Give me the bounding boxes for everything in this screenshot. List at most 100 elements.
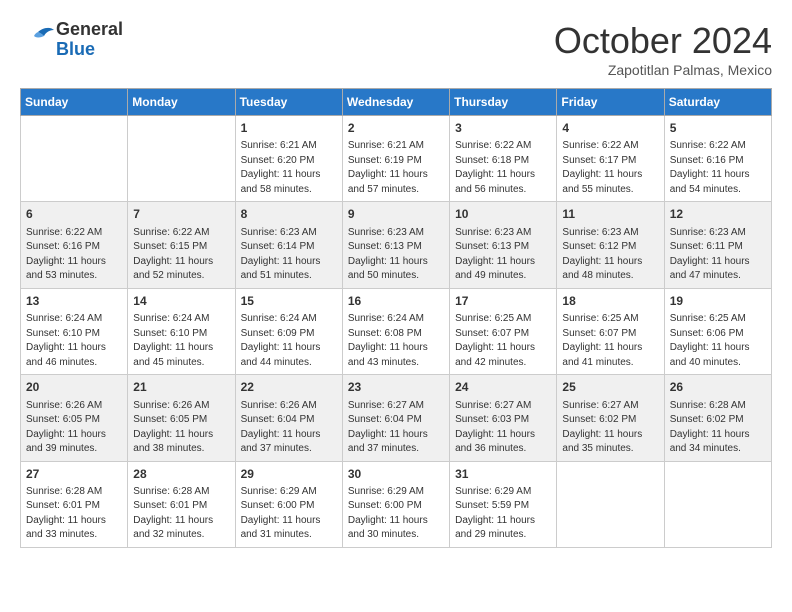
calendar-cell: 13 Sunrise: 6:24 AM Sunset: 6:10 PM Dayli… [21, 288, 128, 374]
weekday-header: Sunday [21, 89, 128, 116]
day-number: 21 [133, 379, 229, 396]
day-number: 22 [241, 379, 337, 396]
calendar-cell: 3Sunrise: 6:22 AM Sunset: 6:18 PM Daylig… [450, 116, 557, 202]
day-info: Sunrise: 6:25 AM Sunset: 6:07 PM Dayligh… [562, 312, 658, 370]
day-number: 9 [348, 206, 444, 223]
day-info: Sunrise: 6:23 AM Sunset: 6:11 PM Dayligh… [670, 226, 766, 284]
day-info: Sunrise: 6:24 AM Sunset: 6:08 PM Dayligh… [348, 312, 444, 370]
calendar-cell: 7Sunrise: 6:22 AM Sunset: 6:15 PM Daylig… [128, 202, 235, 288]
day-number: 8 [241, 206, 337, 223]
calendar-cell: 4Sunrise: 6:22 AM Sunset: 6:17 PM Daylig… [557, 116, 664, 202]
calendar-cell: 31 Sunrise: 6:29 AM Sunset: 5:59 PM Dayli… [450, 461, 557, 547]
calendar-cell: 11 Sunrise: 6:23 AM Sunset: 6:12 PM Dayli… [557, 202, 664, 288]
logo: General Blue [20, 20, 123, 60]
day-info: Sunrise: 6:23 AM Sunset: 6:14 PM Dayligh… [241, 226, 337, 284]
day-number: 28 [133, 466, 229, 483]
day-number: 1 [241, 120, 337, 137]
day-number: 6 [26, 206, 122, 223]
calendar-cell: 8 Sunrise: 6:23 AM Sunset: 6:14 PM Daylig… [235, 202, 342, 288]
calendar-cell: 30 Sunrise: 6:29 AM Sunset: 6:00 PM Dayli… [342, 461, 449, 547]
logo-wrapper: General Blue [20, 20, 123, 60]
day-number: 16 [348, 293, 444, 310]
weekday-header: Friday [557, 89, 664, 116]
day-number: 18 [562, 293, 658, 310]
day-number: 2 [348, 120, 444, 137]
day-number: 11 [562, 206, 658, 223]
day-number: 24 [455, 379, 551, 396]
calendar-week-row: 1 Sunrise: 6:21 AM Sunset: 6:20 PM Daylig… [21, 116, 772, 202]
day-info: Sunrise: 6:27 AM Sunset: 6:03 PM Dayligh… [455, 399, 551, 457]
calendar-cell [664, 461, 771, 547]
calendar-cell: 24 Sunrise: 6:27 AM Sunset: 6:03 PM Dayli… [450, 375, 557, 461]
calendar-cell: 27Sunrise: 6:28 AM Sunset: 6:01 PM Dayli… [21, 461, 128, 547]
calendar-cell: 18 Sunrise: 6:25 AM Sunset: 6:07 PM Dayli… [557, 288, 664, 374]
day-info: Sunrise: 6:25 AM Sunset: 6:06 PM Dayligh… [670, 312, 766, 370]
calendar-cell: 1 Sunrise: 6:21 AM Sunset: 6:20 PM Daylig… [235, 116, 342, 202]
day-info: Sunrise: 6:29 AM Sunset: 5:59 PM Dayligh… [455, 485, 551, 543]
calendar-cell: 21 Sunrise: 6:26 AM Sunset: 6:05 PM Dayli… [128, 375, 235, 461]
day-number: 23 [348, 379, 444, 396]
day-info: Sunrise: 6:21 AM Sunset: 6:20 PM Dayligh… [241, 139, 337, 197]
day-info: Sunrise: 6:29 AM Sunset: 6:00 PM Dayligh… [241, 485, 337, 543]
day-number: 31 [455, 466, 551, 483]
day-number: 29 [241, 466, 337, 483]
calendar-week-row: 6 Sunrise: 6:22 AM Sunset: 6:16 PM Daylig… [21, 202, 772, 288]
logo-bird-icon [20, 24, 56, 56]
calendar-header-row: SundayMondayTuesdayWednesdayThursdayFrid… [21, 89, 772, 116]
page-header: General Blue October 2024 Zapotitlan Pal… [20, 20, 772, 78]
calendar-week-row: 13 Sunrise: 6:24 AM Sunset: 6:10 PM Dayli… [21, 288, 772, 374]
day-info: Sunrise: 6:24 AM Sunset: 6:10 PM Dayligh… [26, 312, 122, 370]
day-info: Sunrise: 6:28 AM Sunset: 6:01 PM Dayligh… [26, 485, 122, 543]
calendar-cell: 19 Sunrise: 6:25 AM Sunset: 6:06 PM Dayli… [664, 288, 771, 374]
day-info: Sunrise: 6:29 AM Sunset: 6:00 PM Dayligh… [348, 485, 444, 543]
day-info: Sunrise: 6:27 AM Sunset: 6:02 PM Dayligh… [562, 399, 658, 457]
weekday-header: Tuesday [235, 89, 342, 116]
calendar-cell: 22Sunrise: 6:26 AM Sunset: 6:04 PM Dayli… [235, 375, 342, 461]
calendar-cell: 12 Sunrise: 6:23 AM Sunset: 6:11 PM Dayli… [664, 202, 771, 288]
calendar-cell: 9Sunrise: 6:23 AM Sunset: 6:13 PM Daylig… [342, 202, 449, 288]
day-info: Sunrise: 6:26 AM Sunset: 6:05 PM Dayligh… [133, 399, 229, 457]
day-info: Sunrise: 6:25 AM Sunset: 6:07 PM Dayligh… [455, 312, 551, 370]
logo-text: General Blue [56, 20, 123, 60]
calendar-cell [21, 116, 128, 202]
calendar-cell: 23Sunrise: 6:27 AM Sunset: 6:04 PM Dayli… [342, 375, 449, 461]
day-number: 10 [455, 206, 551, 223]
calendar-cell [557, 461, 664, 547]
weekday-header: Thursday [450, 89, 557, 116]
logo-blue: Blue [56, 40, 123, 60]
calendar-week-row: 27Sunrise: 6:28 AM Sunset: 6:01 PM Dayli… [21, 461, 772, 547]
day-number: 13 [26, 293, 122, 310]
day-number: 17 [455, 293, 551, 310]
day-info: Sunrise: 6:24 AM Sunset: 6:09 PM Dayligh… [241, 312, 337, 370]
day-number: 5 [670, 120, 766, 137]
calendar-table: SundayMondayTuesdayWednesdayThursdayFrid… [20, 88, 772, 548]
calendar-cell: 25 Sunrise: 6:27 AM Sunset: 6:02 PM Dayli… [557, 375, 664, 461]
calendar-cell: 6 Sunrise: 6:22 AM Sunset: 6:16 PM Daylig… [21, 202, 128, 288]
calendar-cell: 16 Sunrise: 6:24 AM Sunset: 6:08 PM Dayli… [342, 288, 449, 374]
day-number: 26 [670, 379, 766, 396]
calendar-cell: 17 Sunrise: 6:25 AM Sunset: 6:07 PM Dayli… [450, 288, 557, 374]
calendar-cell: 29 Sunrise: 6:29 AM Sunset: 6:00 PM Dayli… [235, 461, 342, 547]
calendar-cell: 2Sunrise: 6:21 AM Sunset: 6:19 PM Daylig… [342, 116, 449, 202]
day-number: 25 [562, 379, 658, 396]
day-number: 30 [348, 466, 444, 483]
day-number: 20 [26, 379, 122, 396]
weekday-header: Monday [128, 89, 235, 116]
location: Zapotitlan Palmas, Mexico [554, 62, 772, 78]
day-number: 15 [241, 293, 337, 310]
calendar-cell: 14Sunrise: 6:24 AM Sunset: 6:10 PM Dayli… [128, 288, 235, 374]
calendar-cell [128, 116, 235, 202]
day-info: Sunrise: 6:23 AM Sunset: 6:12 PM Dayligh… [562, 226, 658, 284]
calendar-cell: 5Sunrise: 6:22 AM Sunset: 6:16 PM Daylig… [664, 116, 771, 202]
day-info: Sunrise: 6:26 AM Sunset: 6:05 PM Dayligh… [26, 399, 122, 457]
day-number: 12 [670, 206, 766, 223]
calendar-cell: 10Sunrise: 6:23 AM Sunset: 6:13 PM Dayli… [450, 202, 557, 288]
day-info: Sunrise: 6:22 AM Sunset: 6:15 PM Dayligh… [133, 226, 229, 284]
day-info: Sunrise: 6:22 AM Sunset: 6:18 PM Dayligh… [455, 139, 551, 197]
calendar-cell: 28Sunrise: 6:28 AM Sunset: 6:01 PM Dayli… [128, 461, 235, 547]
day-number: 19 [670, 293, 766, 310]
day-info: Sunrise: 6:22 AM Sunset: 6:16 PM Dayligh… [26, 226, 122, 284]
weekday-header: Wednesday [342, 89, 449, 116]
day-info: Sunrise: 6:28 AM Sunset: 6:02 PM Dayligh… [670, 399, 766, 457]
calendar-week-row: 20 Sunrise: 6:26 AM Sunset: 6:05 PM Dayli… [21, 375, 772, 461]
